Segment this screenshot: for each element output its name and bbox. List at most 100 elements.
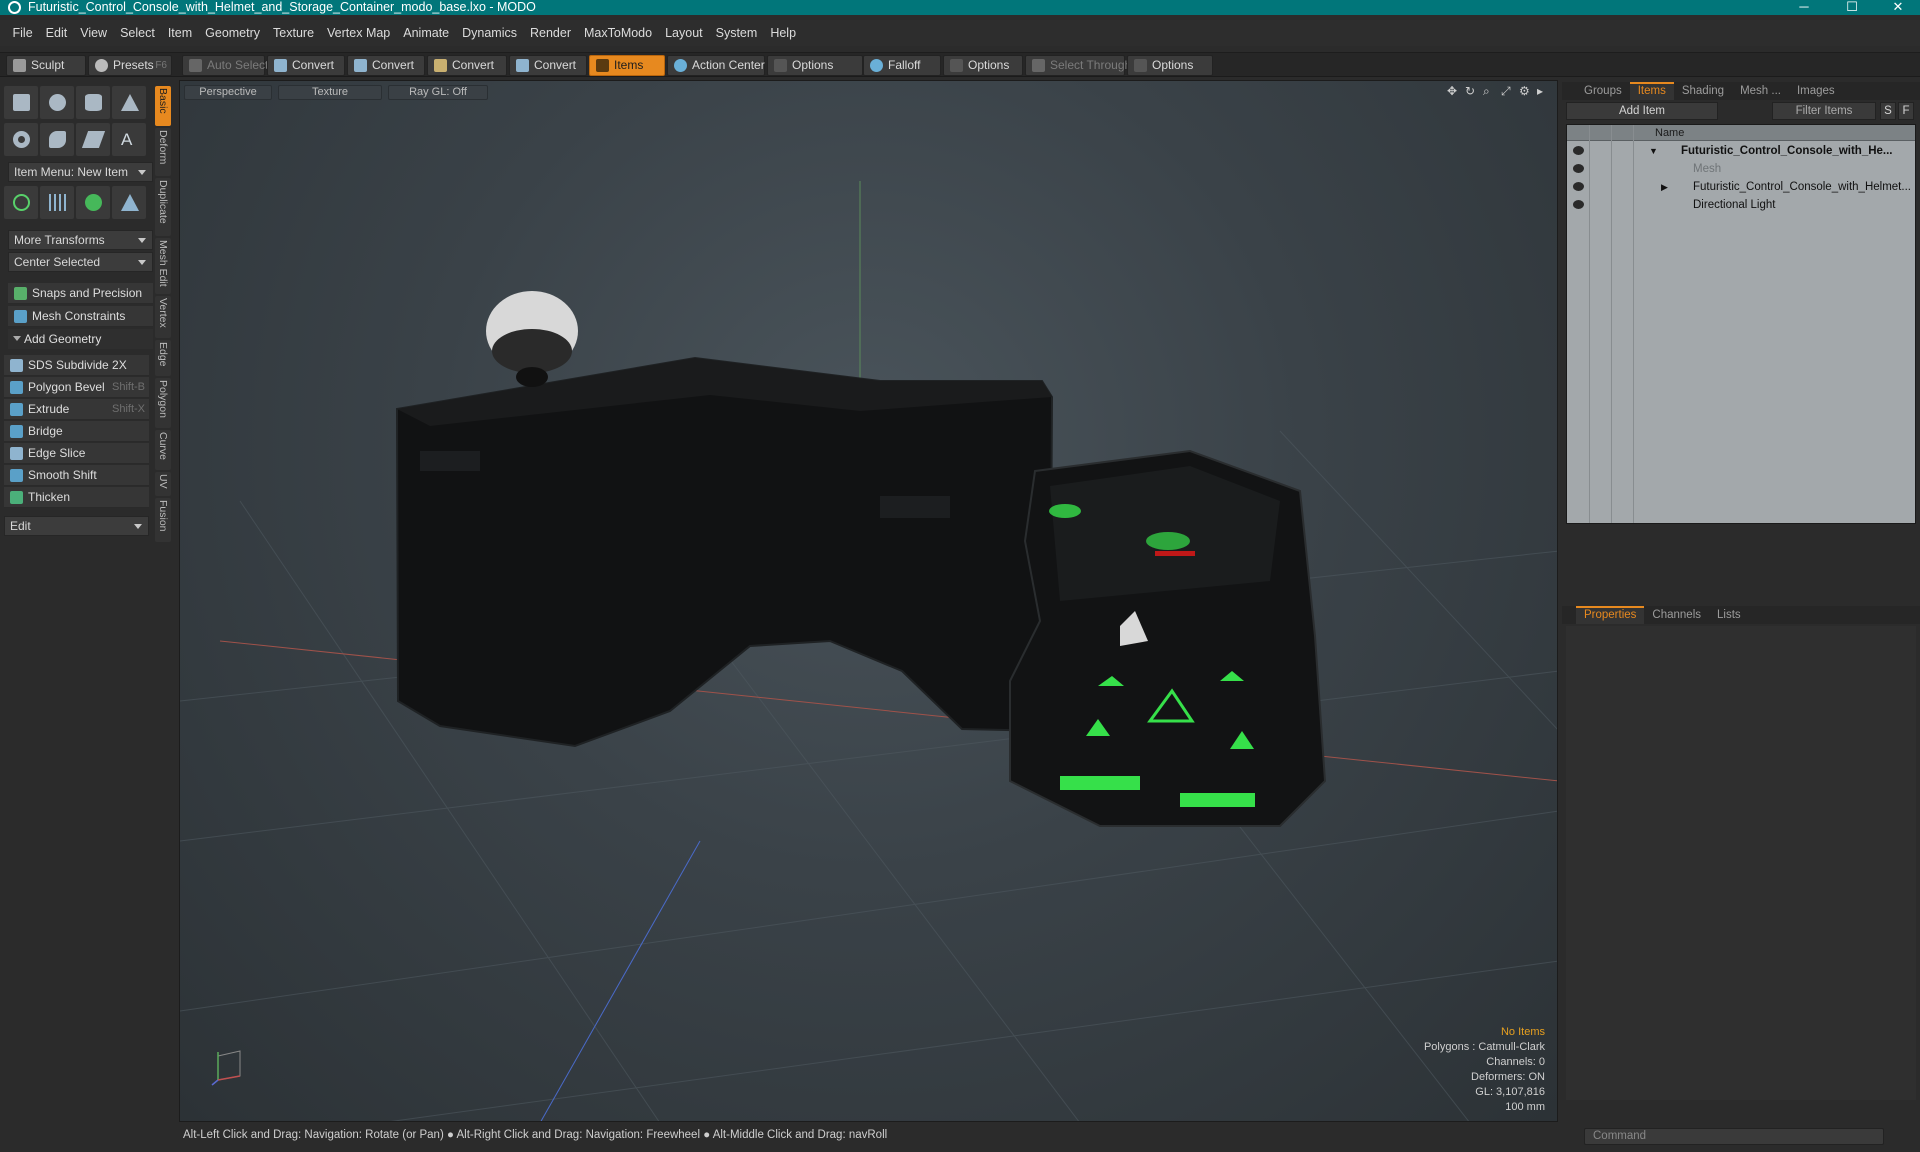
menu-edit[interactable]: Edit (39, 26, 74, 40)
sds-subdivide-button[interactable]: SDS Subdivide 2X (4, 355, 149, 376)
smooth-shift-button[interactable]: Smooth Shift (4, 465, 149, 486)
menu-maxtomodo[interactable]: MaxToModo (578, 26, 659, 40)
visibility-eye-icon[interactable] (1573, 146, 1584, 155)
tree-item-mesh[interactable]: Mesh (1567, 160, 1915, 178)
filter-items-input[interactable]: Filter Items (1772, 102, 1876, 120)
extrude-button[interactable]: Extrude Shift-X (4, 399, 149, 420)
menu-layout[interactable]: Layout (659, 26, 710, 40)
s-toggle-button[interactable]: S (1880, 102, 1896, 120)
zoom-icon[interactable]: ⌕ (1483, 85, 1495, 97)
close-button[interactable]: ✕ (1876, 0, 1920, 15)
minimize-button[interactable]: ─ (1782, 0, 1826, 15)
falloff-button[interactable]: Falloff (863, 55, 941, 76)
add-item-dropdown[interactable]: Add Item (1566, 102, 1718, 120)
add-geometry-section[interactable]: Add Geometry (8, 329, 153, 349)
tab-mesh-edit[interactable]: Mesh Edit (155, 238, 171, 294)
tab-lists[interactable]: Lists (1709, 606, 1749, 624)
options-button-2[interactable]: Options (943, 55, 1023, 76)
visibility-eye-icon[interactable] (1573, 164, 1584, 173)
tab-polygon[interactable]: Polygon (155, 378, 171, 428)
expand-arrow-icon[interactable]: ▸ (1537, 85, 1549, 97)
more-transforms-dropdown[interactable]: More Transforms (8, 230, 153, 250)
tab-basic[interactable]: Basic (155, 86, 171, 126)
f-toggle-button[interactable]: F (1898, 102, 1914, 120)
tab-edge[interactable]: Edge (155, 340, 171, 376)
fit-icon[interactable]: ⤢ (1501, 85, 1513, 97)
menu-help[interactable]: Help (764, 26, 803, 40)
items-mode-button[interactable]: Items (589, 55, 665, 76)
tab-curve[interactable]: Curve (155, 430, 171, 470)
tab-fusion[interactable]: Fusion (155, 498, 171, 542)
tab-properties[interactable]: Properties (1576, 606, 1645, 624)
bridge-button[interactable]: Bridge (4, 421, 149, 442)
tab-uv[interactable]: UV (155, 472, 171, 496)
auto-select-button[interactable]: Auto Select (182, 55, 268, 76)
raygl-button[interactable]: Ray GL: Off (388, 85, 488, 100)
move-button[interactable] (4, 186, 38, 219)
text-button[interactable]: A (112, 123, 146, 156)
action-center-button[interactable]: Action Center (667, 55, 765, 76)
tab-shading[interactable]: Shading (1674, 82, 1732, 100)
menu-vertex-map[interactable]: Vertex Map (321, 26, 397, 40)
maximize-button[interactable]: ☐ (1830, 0, 1874, 15)
orbit-icon[interactable]: ↻ (1465, 85, 1477, 97)
visibility-eye-icon[interactable] (1573, 200, 1584, 209)
tree-item-scene[interactable]: ▼ Futuristic_Control_Console_with_He... (1567, 142, 1915, 160)
tab-vertex[interactable]: Vertex (155, 296, 171, 338)
convert-vertices-button[interactable]: Convert (267, 55, 345, 76)
visibility-eye-icon[interactable] (1573, 182, 1584, 191)
expand-arrow-icon[interactable]: ▼ (1649, 142, 1658, 160)
cone-button[interactable] (112, 86, 146, 119)
presets-button[interactable]: Presets F6 (88, 55, 172, 76)
edge-slice-button[interactable]: Edge Slice (4, 443, 149, 464)
grid-button[interactable] (40, 186, 74, 219)
3d-viewport[interactable]: Perspective Texture Ray GL: Off ✥ ↻ ⌕ ⤢ … (179, 80, 1558, 1122)
sculpt-button[interactable]: Sculpt (6, 55, 86, 76)
tree-item-light[interactable]: Directional Light (1567, 196, 1915, 214)
convert-items-button[interactable]: Convert (509, 55, 587, 76)
menu-animate[interactable]: Animate (397, 26, 456, 40)
convert-edges-button[interactable]: Convert (347, 55, 425, 76)
select-through-button[interactable]: Select Through (1025, 55, 1131, 76)
tab-duplicate[interactable]: Duplicate (155, 178, 171, 236)
name-column-header[interactable]: Name (1655, 125, 1684, 141)
convert-polygons-button[interactable]: Convert (427, 55, 507, 76)
tab-deform[interactable]: Deform (155, 128, 171, 176)
options-button-1[interactable]: Options (767, 55, 863, 76)
command-input[interactable]: Command (1584, 1128, 1884, 1145)
center-selected-dropdown[interactable]: Center Selected (8, 252, 153, 272)
menu-system[interactable]: System (709, 26, 764, 40)
pen-button[interactable] (76, 123, 110, 156)
menu-texture[interactable]: Texture (267, 26, 321, 40)
menu-select[interactable]: Select (114, 26, 162, 40)
scale-button[interactable] (112, 186, 146, 219)
options-button-3[interactable]: Options (1127, 55, 1213, 76)
menu-dynamics[interactable]: Dynamics (456, 26, 524, 40)
pan-icon[interactable]: ✥ (1447, 85, 1459, 97)
item-menu-dropdown[interactable]: Item Menu: New Item (8, 162, 153, 182)
rotate-button[interactable] (76, 186, 110, 219)
menu-geometry[interactable]: Geometry (199, 26, 267, 40)
torus-button[interactable] (4, 123, 38, 156)
expand-arrow-icon[interactable]: ▶ (1661, 178, 1668, 196)
texture-shading-button[interactable]: Texture (278, 85, 382, 100)
menu-item[interactable]: Item (161, 26, 198, 40)
settings-gear-icon[interactable]: ⚙ (1519, 85, 1531, 97)
tab-images[interactable]: Images (1789, 82, 1843, 100)
cube-button[interactable] (4, 86, 38, 119)
tab-channels[interactable]: Channels (1644, 606, 1709, 624)
tree-item-group[interactable]: ▶ Futuristic_Control_Console_with_Helmet.… (1567, 178, 1915, 196)
snaps-precision-button[interactable]: Snaps and Precision (8, 283, 153, 304)
tab-items[interactable]: Items (1629, 82, 1674, 100)
tab-mesh[interactable]: Mesh ... (1732, 82, 1789, 100)
capsule-button[interactable] (40, 123, 74, 156)
tab-groups[interactable]: Groups (1576, 82, 1630, 100)
mesh-constraints-button[interactable]: Mesh Constraints (8, 306, 153, 327)
menu-view[interactable]: View (74, 26, 114, 40)
thicken-button[interactable]: Thicken (4, 487, 149, 508)
cylinder-button[interactable] (76, 86, 110, 119)
sphere-button[interactable] (40, 86, 74, 119)
menu-render[interactable]: Render (524, 26, 578, 40)
polygon-bevel-button[interactable]: Polygon Bevel Shift-B (4, 377, 149, 398)
edit-dropdown[interactable]: Edit (4, 516, 149, 536)
